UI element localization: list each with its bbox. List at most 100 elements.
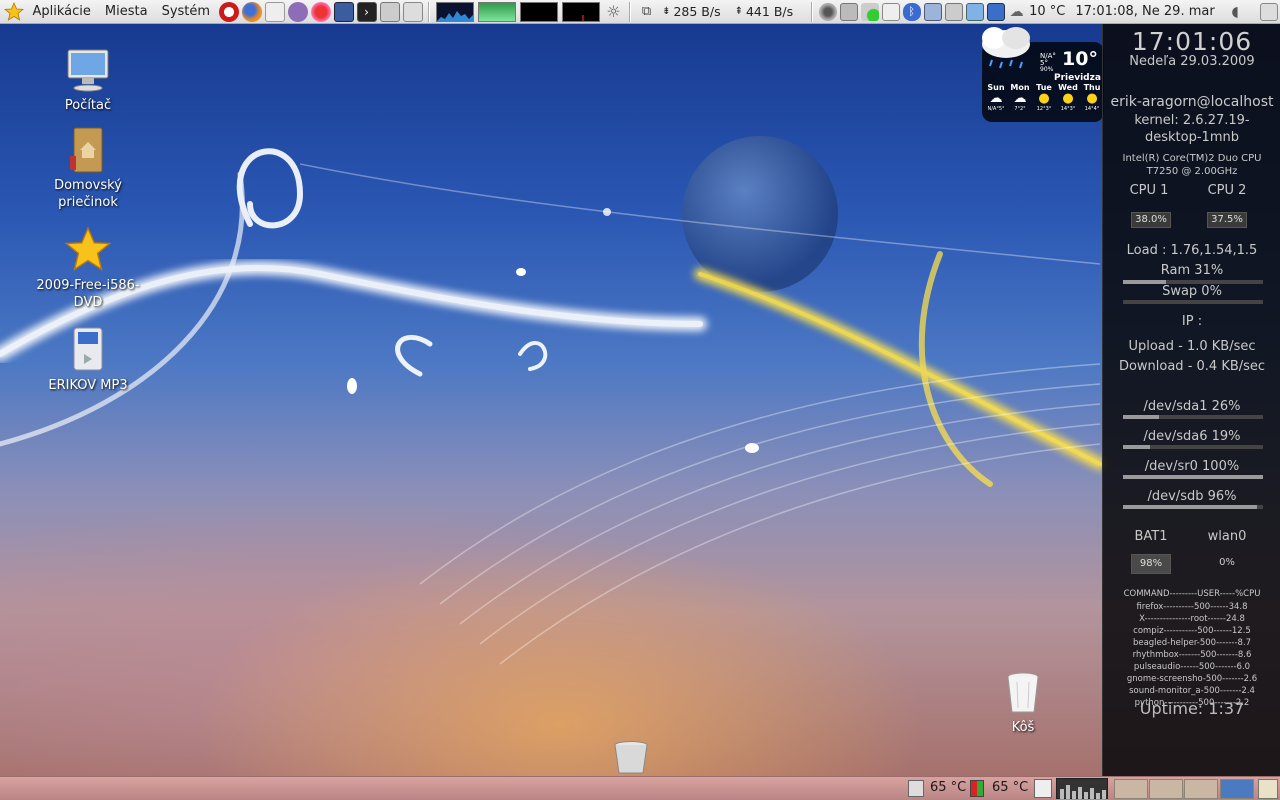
equalizer-icon[interactable] bbox=[1056, 778, 1108, 799]
desktop-wallpaper[interactable] bbox=[0, 24, 1280, 776]
conky-upload: Upload - 1.0 KB/sec bbox=[1128, 339, 1256, 354]
conky-disk-bar bbox=[1123, 505, 1263, 509]
network-graph[interactable] bbox=[520, 1, 559, 22]
panel-separator bbox=[811, 1, 814, 22]
conky-system-monitor: 17:01:06 Nedeľa 29.03.2009 erik-aragorn@… bbox=[1102, 24, 1280, 776]
screenshot-icon[interactable] bbox=[965, 2, 984, 21]
desktop-icon-dvd[interactable]: 2009-Free-i586-DVD bbox=[33, 226, 143, 311]
workspace-1[interactable] bbox=[1114, 779, 1148, 799]
conky-cpu-speed: T7250 @ 2.00GHz bbox=[1146, 166, 1238, 177]
computer-icon bbox=[64, 46, 112, 94]
conky-time: 17:01:06 bbox=[1131, 27, 1253, 56]
top-panel: Aplikácie Miesta Systém › ☼ ⧉ ⇟ 285 B/s ⇞… bbox=[0, 0, 1280, 24]
opera-icon[interactable] bbox=[218, 1, 239, 22]
download-arrow-icon: ⇟ bbox=[662, 6, 671, 17]
cpu-temp-icon[interactable] bbox=[908, 780, 924, 797]
conky-ram: Ram 31% bbox=[1160, 263, 1224, 278]
conky-process-row: gnome-screensho-500-------2.6 bbox=[1126, 674, 1258, 684]
menu-places[interactable]: Miesta bbox=[98, 1, 155, 23]
desktop-icon-label: 2009-Free-i586-DVD bbox=[36, 278, 140, 310]
lock-icon[interactable] bbox=[1034, 779, 1052, 798]
calculator-icon[interactable] bbox=[379, 1, 400, 22]
conky-process-row: X---------------root------24.8 bbox=[1139, 614, 1245, 624]
conky-wlan-value: 0% bbox=[1219, 557, 1235, 568]
forecast-day: Wed ● 14°3° bbox=[1056, 83, 1080, 121]
conky-kernel-line1: kernel: 2.6.27.19- bbox=[1134, 113, 1250, 128]
workspace-3[interactable] bbox=[1184, 779, 1218, 799]
cpu-temp-2[interactable]: 65 °C bbox=[992, 780, 1028, 795]
memory-graph[interactable] bbox=[478, 1, 517, 22]
workspace-4-active[interactable] bbox=[1220, 779, 1254, 799]
dock-trash-icon[interactable] bbox=[612, 740, 650, 776]
desktop-icon-home-folder[interactable]: Domovský priečinok bbox=[33, 126, 143, 211]
forecast-temps: N/A°5° bbox=[987, 106, 1005, 112]
bluetooth-icon[interactable]: ᛒ bbox=[902, 2, 921, 21]
planet-shape bbox=[682, 136, 838, 292]
show-desktop-icon[interactable] bbox=[1259, 2, 1278, 21]
pidgin-icon[interactable] bbox=[287, 1, 308, 22]
upload-arrow-icon: ⇞ bbox=[734, 6, 743, 17]
forecast-day: Mon ☁ 7°2° bbox=[1008, 83, 1032, 121]
conky-process-row: compiz-----------500------12.5 bbox=[1133, 626, 1251, 636]
net-upload: ⇟ 285 B/s bbox=[662, 4, 721, 19]
check-task-icon[interactable] bbox=[986, 2, 1005, 21]
conky-process-row: beagled-helper-500-------8.7 bbox=[1132, 638, 1252, 648]
weather-city: Prievidza bbox=[1054, 73, 1101, 83]
conky-disk-sr0: /dev/sr0 100% bbox=[1144, 459, 1240, 474]
conky-disk-sda1: /dev/sda1 26% bbox=[1143, 399, 1241, 414]
workspace-2[interactable] bbox=[1149, 779, 1183, 799]
sun-icon: ● bbox=[1086, 91, 1098, 106]
weather-widget[interactable]: N/A° 5° 90% 10° Prievidza Sun ☁ N/A°5° M… bbox=[982, 27, 1104, 122]
battery-tray-icon[interactable] bbox=[881, 2, 900, 21]
update-icon[interactable] bbox=[860, 2, 879, 21]
menu-applications[interactable]: Aplikácie bbox=[26, 1, 98, 23]
conky-date: Nedeľa 29.03.2009 bbox=[1129, 54, 1255, 69]
volume-icon[interactable]: ◖ bbox=[1226, 3, 1244, 21]
conky-cpu1-label: CPU 1 bbox=[1129, 183, 1169, 198]
weather-humidity: 90% bbox=[1040, 66, 1054, 73]
trash-applet-icon[interactable] bbox=[1258, 779, 1278, 799]
messenger-icon[interactable] bbox=[310, 1, 331, 22]
cpu-temp-1[interactable]: 65 °C bbox=[930, 780, 966, 795]
desktop-icon-mp3[interactable]: ERIKOV MP3 bbox=[33, 326, 143, 394]
panel-clock[interactable]: 17:01:08, Ne 29. mar bbox=[1075, 4, 1214, 19]
thermometer-icon[interactable] bbox=[970, 780, 984, 797]
network-monitor-icon[interactable]: ⧉ bbox=[637, 2, 657, 22]
media-drive-icon bbox=[64, 326, 112, 374]
snow-cloud-icon: ☁ bbox=[1013, 91, 1027, 106]
menu-system[interactable]: Systém bbox=[155, 1, 217, 23]
weather-forecast: Sun ☁ N/A°5° Mon ☁ 7°2° Tue ● 12°3° Wed … bbox=[984, 83, 1104, 121]
panel-separator bbox=[428, 1, 431, 22]
desktop-icon-computer[interactable]: Počítač bbox=[33, 46, 143, 114]
disk-tray-icon[interactable] bbox=[818, 2, 837, 21]
cpu-graph[interactable] bbox=[436, 1, 475, 22]
panel-temperature[interactable]: 10 °C bbox=[1029, 4, 1065, 19]
printer-icon[interactable] bbox=[839, 2, 858, 21]
cloud-rain-icon bbox=[976, 24, 1038, 76]
bottom-panel: 65 °C 65 °C bbox=[0, 776, 1280, 800]
forecast-day: Tue ● 12°3° bbox=[1032, 83, 1056, 121]
conky-disk-bar bbox=[1123, 445, 1263, 449]
weather-tray-icon[interactable]: ☁ bbox=[1008, 3, 1026, 21]
conky-process-row: firefox----------500------34.8 bbox=[1136, 602, 1248, 612]
conky-swap-bar bbox=[1123, 300, 1263, 304]
forecast-day: Thu ● 14°4° bbox=[1080, 83, 1104, 121]
conky-swap: Swap 0% bbox=[1162, 284, 1222, 299]
mail-icon[interactable] bbox=[264, 1, 285, 22]
network-tray-icon[interactable] bbox=[923, 2, 942, 21]
firefox-icon[interactable] bbox=[241, 1, 262, 22]
screen-icon[interactable] bbox=[333, 1, 354, 22]
conky-uptime: Uptime: 1:37 bbox=[1139, 699, 1245, 718]
brightness-icon[interactable]: ☼ bbox=[604, 2, 624, 22]
weather-temp: 10° bbox=[1062, 48, 1098, 70]
load-graph[interactable] bbox=[562, 1, 601, 22]
home-folder-icon bbox=[64, 126, 112, 174]
speaker-device-icon[interactable] bbox=[402, 1, 423, 22]
star-menu-icon[interactable] bbox=[4, 1, 24, 22]
desktop-icon-trash[interactable]: Kôš bbox=[968, 668, 1078, 736]
usb-drive-icon[interactable] bbox=[944, 2, 963, 21]
terminal-icon[interactable]: › bbox=[356, 1, 377, 22]
conky-wlan-label: wlan0 bbox=[1207, 529, 1247, 544]
conky-process-header: COMMAND---------USER-----%CPU bbox=[1123, 589, 1261, 599]
forecast-temps: 12°3° bbox=[1036, 106, 1052, 112]
